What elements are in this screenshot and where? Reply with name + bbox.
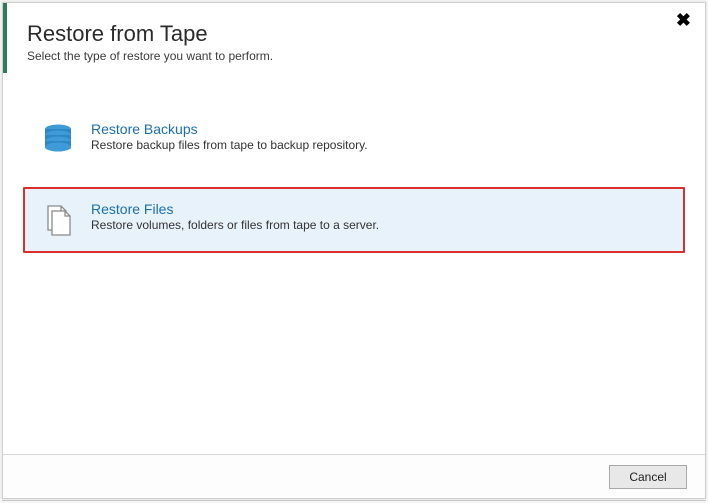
- database-icon: [39, 121, 77, 159]
- dialog-header: Restore from Tape Select the type of res…: [3, 3, 705, 79]
- cancel-button[interactable]: Cancel: [609, 465, 687, 489]
- option-title: Restore Files: [91, 201, 379, 217]
- option-text: Restore Files Restore volumes, folders o…: [91, 201, 379, 232]
- option-restore-backups[interactable]: Restore Backups Restore backup files fro…: [23, 107, 685, 173]
- restore-from-tape-dialog: ✖ Restore from Tape Select the type of r…: [2, 2, 706, 499]
- option-restore-files[interactable]: Restore Files Restore volumes, folders o…: [23, 187, 685, 253]
- close-button[interactable]: ✖: [672, 9, 695, 31]
- left-accent-bar: [3, 3, 7, 73]
- restore-options-list: Restore Backups Restore backup files fro…: [3, 79, 705, 253]
- option-description: Restore backup files from tape to backup…: [91, 138, 368, 152]
- files-icon: [39, 201, 77, 239]
- option-text: Restore Backups Restore backup files fro…: [91, 121, 368, 152]
- dialog-footer: Cancel: [3, 454, 705, 498]
- option-description: Restore volumes, folders or files from t…: [91, 218, 379, 232]
- dialog-subtitle: Select the type of restore you want to p…: [27, 49, 681, 63]
- option-title: Restore Backups: [91, 121, 368, 137]
- dialog-title: Restore from Tape: [27, 21, 681, 47]
